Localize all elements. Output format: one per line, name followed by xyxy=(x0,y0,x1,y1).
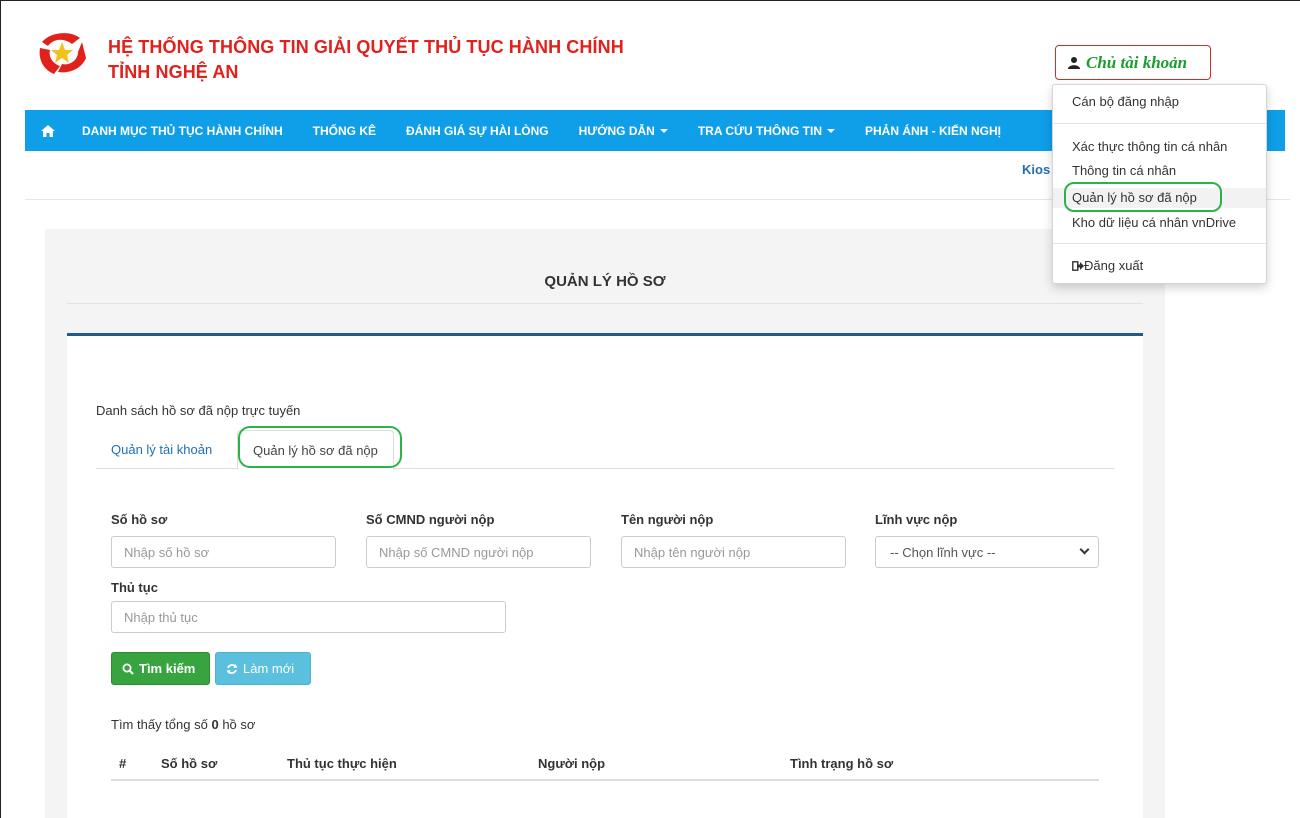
caret-down-icon xyxy=(827,129,835,134)
linh-vuc-select[interactable]: -- Chọn lĩnh vực -- xyxy=(875,536,1099,568)
nav-phan-anh[interactable]: PHẢN ÁNH - KIẾN NGHỊ xyxy=(850,124,1016,138)
reset-button[interactable]: Làm mới xyxy=(215,652,311,685)
column-tinh-trang: Tình trạng hồ sơ xyxy=(790,756,894,771)
menu-item-kho-du-lieu[interactable]: Kho dữ liệu cá nhân vnDrive xyxy=(1053,213,1266,233)
menu-item-dang-xuat-label: Đăng xuất xyxy=(1084,258,1144,273)
nav-huong-dan[interactable]: HƯỚNG DẪN xyxy=(564,124,683,138)
account-label: Chủ tài khoản xyxy=(1086,52,1188,72)
search-icon xyxy=(122,663,134,675)
results-count: 0 xyxy=(211,717,219,732)
menu-item-thong-tin-ca-nhan[interactable]: Thông tin cá nhân xyxy=(1053,161,1266,181)
refresh-icon xyxy=(226,663,238,674)
linh-vuc-selected: -- Chọn lĩnh vực -- xyxy=(890,544,996,560)
site-title: HỆ THỐNG THÔNG TIN GIẢI QUYẾT THỦ TỤC HÀ… xyxy=(108,35,624,85)
tab-account[interactable]: Quản lý tài khoản xyxy=(96,430,227,469)
caret-down-icon xyxy=(659,129,668,134)
account-button[interactable]: Chủ tài khoản xyxy=(1055,45,1211,80)
nav-thong-ke[interactable]: THỐNG KÊ xyxy=(298,124,391,138)
table-header-divider xyxy=(111,779,1099,781)
nav-danh-muc[interactable]: DANH MỤC THỦ TỤC HÀNH CHÍNH xyxy=(67,124,298,138)
label-ten-nguoi-nop: Tên người nộp xyxy=(621,512,714,527)
province-logo-icon xyxy=(39,33,86,74)
column-thu-tuc: Thủ tục thực hiện xyxy=(287,756,397,771)
menu-item-can-bo-dang-nhap[interactable]: Cán bộ đăng nhập xyxy=(1053,92,1266,112)
home-icon xyxy=(41,124,55,137)
nav-huong-dan-label: HƯỚNG DẪN xyxy=(578,123,655,138)
search-button-label: Tìm kiếm xyxy=(139,661,196,676)
title-divider xyxy=(67,303,1143,304)
column-so-ho-so: Số hồ sơ xyxy=(161,756,218,771)
menu-item-dang-xuat[interactable]: Đăng xuất xyxy=(1053,256,1266,276)
site-title-line2: TỈNH NGHỆ AN xyxy=(108,62,239,82)
so-ho-so-input[interactable] xyxy=(111,536,336,568)
list-title: Danh sách hồ sơ đã nộp trực tuyến xyxy=(96,403,301,418)
menu-item-quan-ly-ho-so[interactable]: Quản lý hồ sơ đã nộp xyxy=(1053,188,1266,208)
label-so-ho-so: Số hồ sơ xyxy=(111,512,168,527)
nav-tra-cuu[interactable]: TRA CỨU THÔNG TIN xyxy=(683,124,850,138)
label-cmnd: Số CMND người nộp xyxy=(366,512,495,527)
search-button[interactable]: Tìm kiếm xyxy=(111,652,210,685)
user-icon xyxy=(1068,57,1080,69)
tab-bar: Quản lý tài khoản Quản lý hồ sơ đã nộp xyxy=(96,430,1114,470)
chevron-down-icon xyxy=(1079,544,1090,555)
nav-home[interactable] xyxy=(25,124,67,137)
label-thu-tuc: Thủ tục xyxy=(111,580,158,595)
results-suffix: hồ sơ xyxy=(222,717,256,732)
results-summary: Tìm thấy tổng số 0 hồ sơ xyxy=(111,717,255,732)
label-linh-vuc: Lĩnh vực nộp xyxy=(875,512,958,527)
column-index: # xyxy=(119,756,127,771)
tab-submitted-records[interactable]: Quản lý hồ sơ đã nộp xyxy=(237,430,394,470)
reset-button-label: Làm mới xyxy=(243,661,295,676)
logout-icon xyxy=(1072,261,1084,271)
account-dropdown-menu: Cán bộ đăng nhập Xác thực thông tin cá n… xyxy=(1052,84,1267,284)
ten-nguoi-nop-input[interactable] xyxy=(621,536,846,568)
nav-tra-cuu-label: TRA CỨU THÔNG TIN xyxy=(697,123,822,138)
menu-divider xyxy=(1053,123,1266,124)
thu-tuc-input[interactable] xyxy=(111,601,506,633)
nav-danh-gia[interactable]: ĐÁNH GIÁ SỰ HÀI LÒNG xyxy=(391,124,564,138)
records-card: Danh sách hồ sơ đã nộp trực tuyến Quản l… xyxy=(67,333,1143,818)
site-title-line1: HỆ THỐNG THÔNG TIN GIẢI QUYẾT THỦ TỤC HÀ… xyxy=(108,37,624,57)
menu-item-xac-thuc[interactable]: Xác thực thông tin cá nhân xyxy=(1053,137,1266,157)
page-title: QUẢN LÝ HỒ SƠ xyxy=(544,273,666,290)
cmnd-input[interactable] xyxy=(366,536,591,568)
column-nguoi-nop: Người nộp xyxy=(538,756,606,771)
results-prefix: Tìm thấy tổng số xyxy=(111,717,208,732)
kiosk-link[interactable]: Kios xyxy=(1022,162,1050,177)
menu-divider xyxy=(1053,243,1266,244)
